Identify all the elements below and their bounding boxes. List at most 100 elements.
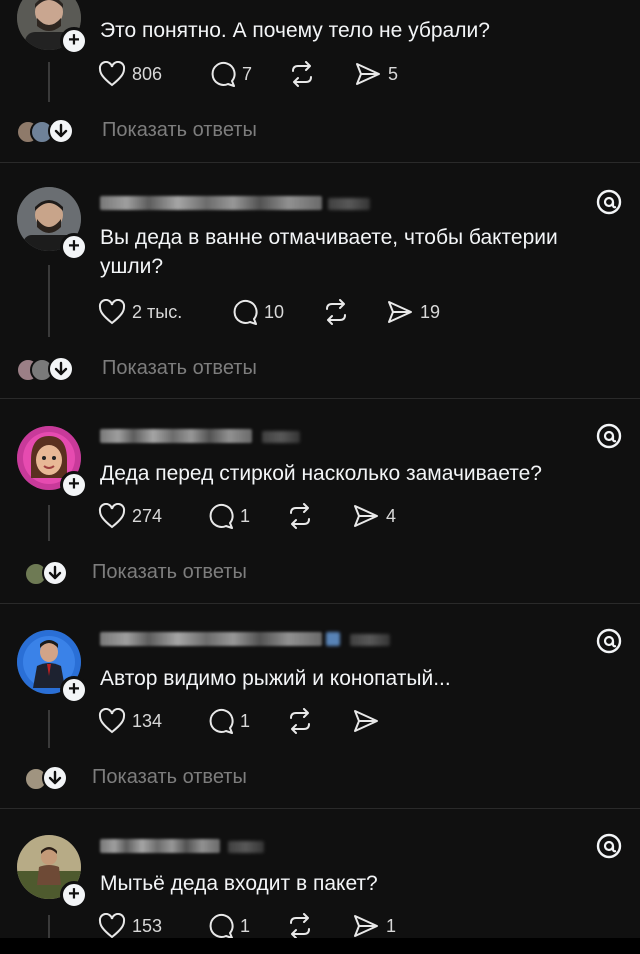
heart-icon	[98, 61, 126, 87]
reply-avatars	[16, 356, 86, 382]
show-replies-label[interactable]: Показать ответы	[92, 561, 247, 584]
arrow-down-icon	[42, 765, 68, 791]
like-count: 806	[132, 63, 163, 84]
show-replies-label[interactable]: Показать ответы	[102, 357, 257, 380]
arrow-down-icon	[42, 560, 68, 586]
post-text: Автор видимо рыжий и конопатый...	[100, 667, 451, 690]
threads-logo-icon[interactable]	[596, 189, 622, 215]
repost-icon	[290, 913, 310, 939]
like-button[interactable]: 2 тыс.	[98, 299, 182, 325]
repost-button[interactable]	[286, 708, 314, 734]
threads-logo-icon[interactable]	[596, 423, 622, 449]
heart-icon	[98, 503, 126, 529]
comment-icon	[209, 913, 234, 939]
share-button[interactable]: 5	[354, 61, 398, 87]
share-button[interactable]: 4	[352, 503, 396, 529]
comment-icon	[211, 61, 236, 87]
arrow-down-icon	[48, 118, 74, 144]
like-count: 134	[132, 710, 163, 731]
repost-icon	[292, 61, 312, 87]
bottom-edge	[0, 938, 640, 954]
thread-line	[48, 710, 50, 748]
repost-icon	[326, 299, 346, 325]
divider	[0, 603, 640, 604]
share-button[interactable]: 19	[386, 299, 440, 325]
repost-button[interactable]	[286, 913, 314, 939]
divider	[0, 162, 640, 163]
divider	[0, 398, 640, 399]
follow-plus-icon[interactable]: +	[60, 27, 88, 55]
share-count: 1	[386, 915, 397, 936]
like-button[interactable]: 274	[98, 503, 162, 529]
comment-count: 1	[240, 505, 251, 526]
repost-button[interactable]	[322, 299, 350, 325]
comment-button[interactable]: 1	[206, 503, 250, 529]
post-text: Это понятно. А почему тело не убрали?	[100, 19, 490, 42]
send-icon	[356, 63, 380, 85]
send-icon	[388, 301, 412, 323]
send-icon	[354, 505, 378, 527]
heart-icon	[98, 708, 126, 734]
like-count: 274	[132, 505, 163, 526]
like-button[interactable]: 153	[98, 913, 162, 939]
show-replies[interactable]: Показать ответы	[24, 765, 324, 793]
arrow-down-icon	[48, 356, 74, 382]
post-text: Деда перед стиркой насколько замачиваете…	[100, 462, 542, 485]
comment-button[interactable]: 1	[206, 708, 250, 734]
comment-button[interactable]: 10	[230, 299, 284, 325]
post-actions: 2 тыс. 10 19	[98, 299, 458, 329]
comment-button[interactable]: 1	[206, 913, 250, 939]
comment-count: 1	[240, 710, 251, 731]
post-actions: 134 1	[98, 708, 418, 738]
share-button[interactable]	[352, 708, 386, 734]
thread-line	[48, 62, 50, 102]
follow-plus-icon[interactable]: +	[60, 881, 88, 909]
username[interactable]	[100, 632, 322, 646]
share-button[interactable]: 1	[352, 913, 396, 939]
like-count: 2 тыс.	[132, 301, 183, 322]
thread-line	[48, 505, 50, 541]
reply-avatars	[24, 560, 74, 586]
repost-button[interactable]	[286, 503, 314, 529]
comment-count: 10	[264, 301, 285, 322]
share-count: 5	[388, 63, 399, 84]
comment-icon	[209, 708, 234, 734]
show-replies-label[interactable]: Показать ответы	[92, 766, 247, 789]
threads-logo-icon[interactable]	[596, 628, 622, 654]
post-actions: 806 7 5	[98, 61, 418, 91]
post-text: Мытьё деда входит в пакет?	[100, 872, 378, 895]
share-count: 19	[420, 301, 441, 322]
send-icon	[354, 710, 378, 732]
post-meta	[262, 431, 300, 443]
comment-count: 1	[240, 915, 251, 936]
post-actions: 274 1 4	[98, 503, 418, 533]
repost-button[interactable]	[288, 61, 316, 87]
post-meta	[228, 841, 264, 853]
like-count: 153	[132, 915, 163, 936]
post-meta	[350, 634, 390, 646]
comment-count: 7	[242, 63, 253, 84]
post-text: Вы деда в ванне отмачиваете, чтобы бакте…	[100, 226, 558, 278]
follow-plus-icon[interactable]: +	[60, 471, 88, 499]
show-replies-label[interactable]: Показать ответы	[102, 119, 257, 142]
follow-plus-icon[interactable]: +	[60, 233, 88, 261]
username[interactable]	[100, 429, 252, 443]
username[interactable]	[100, 839, 220, 853]
verified-badge	[326, 632, 340, 646]
follow-plus-icon[interactable]: +	[60, 676, 88, 704]
like-button[interactable]: 134	[98, 708, 162, 734]
post-meta	[328, 198, 370, 210]
comment-icon	[209, 503, 234, 529]
show-replies[interactable]: Показать ответы	[24, 560, 324, 588]
threads-logo-icon[interactable]	[596, 833, 622, 859]
heart-icon	[98, 299, 126, 325]
repost-icon	[290, 708, 310, 734]
show-replies[interactable]: Показать ответы	[16, 118, 316, 146]
like-button[interactable]: 806	[98, 61, 162, 87]
share-count: 4	[386, 505, 397, 526]
username[interactable]	[100, 196, 322, 210]
reply-avatars	[24, 765, 74, 791]
comment-button[interactable]: 7	[208, 61, 252, 87]
show-replies[interactable]: Показать ответы	[16, 356, 316, 384]
thread-line	[48, 265, 50, 337]
